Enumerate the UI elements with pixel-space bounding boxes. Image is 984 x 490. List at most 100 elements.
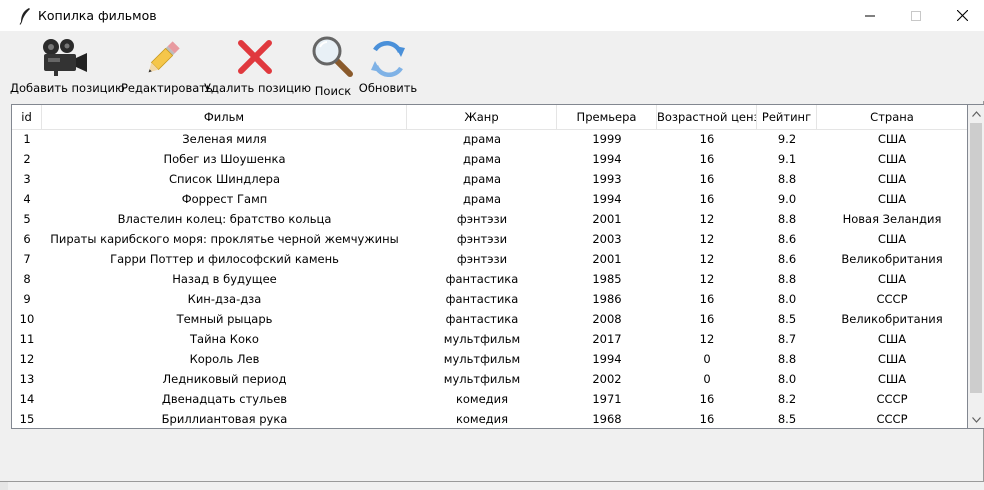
cell-premiere: 1994 [592, 352, 622, 366]
refresh-arrows-icon [371, 41, 405, 77]
cell-premiere: 1993 [592, 172, 622, 186]
cell-rating: 9.1 [777, 152, 797, 166]
cell-premiere: 1999 [592, 132, 622, 146]
cell-film: Назад в будущее [172, 272, 277, 286]
cell-genre: мультфильм [443, 372, 521, 386]
table-row[interactable]: 5 Властелин колец: братство кольца фэнтэзи… [12, 209, 967, 229]
table-row[interactable]: 8 Назад в будущее фантастика 1985 12 8.8 США [12, 269, 967, 289]
movies-table[interactable]: id Фильм Жанр Премьера Возрастной ценз Р… [11, 104, 968, 429]
chevron-up-icon [971, 110, 981, 117]
table-row[interactable]: 9 Кин-дза-дза фантастика 1986 16 8.0 СССР [12, 289, 967, 309]
edit-label: Редактировать [121, 81, 213, 95]
scroll-down-button[interactable] [968, 411, 984, 428]
cell-film: Список Шиндлера [169, 172, 280, 186]
column-header-id[interactable]: id [12, 105, 42, 129]
table-row[interactable]: 12 Король Лев мультфильм 1994 0 8.8 США [12, 349, 967, 369]
table-row[interactable]: 10 Темный рыцарь фантастика 2008 16 8.5 Велико… [12, 309, 967, 329]
cell-id: 1 [23, 132, 31, 146]
search-label: Поиск [314, 84, 352, 98]
cell-age-rating: 12 [699, 272, 715, 286]
cell-rating: 8.5 [777, 312, 797, 326]
delete-position-label: Удалить позицию [204, 81, 312, 95]
cell-id: 13 [19, 372, 35, 386]
minimize-button[interactable] [847, 0, 893, 31]
edit-button[interactable]: Редактировать [121, 31, 213, 101]
cell-rating: 9.2 [777, 132, 797, 146]
column-header-genre[interactable]: Жанр [407, 105, 557, 129]
delete-position-button[interactable]: Удалить позицию [204, 31, 312, 101]
cell-age-rating: 16 [699, 412, 715, 426]
cell-premiere: 2017 [592, 332, 622, 346]
cell-film: Побег из Шоушенка [163, 152, 286, 166]
close-icon [956, 10, 968, 21]
cell-id: 6 [23, 232, 31, 246]
chevron-down-icon [971, 416, 981, 423]
cell-age-rating: 16 [699, 312, 715, 326]
column-header-rating[interactable]: Рейтинг [757, 105, 817, 129]
cell-genre: драма [462, 132, 502, 146]
cell-genre: фантастика [445, 312, 519, 326]
cell-country: США [877, 232, 907, 246]
cell-genre: фантастика [445, 272, 519, 286]
cell-country: СССР [876, 392, 908, 406]
cell-age-rating: 12 [699, 332, 715, 346]
cell-age-rating: 12 [699, 212, 715, 226]
cell-rating: 8.7 [777, 332, 797, 346]
feather-icon [19, 8, 30, 25]
cell-age-rating: 12 [699, 252, 715, 266]
table-row[interactable]: 4 Форрест Гамп драма 1994 16 9.0 США [12, 189, 967, 209]
add-position-button[interactable]: Добавить позицию [10, 31, 125, 101]
cell-film: Пираты карибского моря: проклятье черной… [50, 232, 399, 246]
cell-genre: драма [462, 152, 502, 166]
cell-rating: 8.5 [777, 412, 797, 426]
scroll-up-button[interactable] [968, 105, 984, 122]
cell-id: 14 [19, 392, 35, 406]
table-row[interactable]: 11 Тайна Коко мультфильм 2017 12 8.7 США [12, 329, 967, 349]
cell-film: Двенадцать стульев [161, 392, 288, 406]
cell-rating: 8.6 [777, 232, 797, 246]
maximize-button[interactable] [893, 0, 939, 31]
cell-country: СССР [876, 412, 908, 426]
cell-id: 11 [19, 332, 35, 346]
table-row[interactable]: 6 Пираты карибского моря: проклятье черно… [12, 229, 967, 249]
cell-country: США [877, 132, 907, 146]
cell-rating: 8.6 [777, 252, 797, 266]
cell-genre: мультфильм [443, 332, 521, 346]
minimize-icon [865, 15, 875, 16]
maximize-icon [911, 10, 921, 21]
cell-country: Великобритания [841, 312, 943, 326]
cell-premiere: 2003 [592, 232, 622, 246]
table-row[interactable]: 2 Побег из Шоушенка драма 1994 16 9.1 США [12, 149, 967, 169]
table-row[interactable]: 15 Бриллиантовая рука комедия 1968 16 8.5 СССР [12, 409, 967, 428]
window-title: Копилка фильмов [38, 8, 157, 23]
cell-age-rating: 0 [703, 372, 711, 386]
cell-genre: драма [462, 192, 502, 206]
scrollbar-thumb[interactable] [970, 123, 982, 393]
table-row[interactable]: 1 Зеленая миля драма 1999 16 9.2 США [12, 129, 967, 149]
add-position-label: Добавить позицию [10, 81, 125, 95]
refresh-button[interactable]: Обновить [358, 31, 418, 101]
cell-genre: комедия [455, 392, 509, 406]
cell-age-rating: 16 [699, 292, 715, 306]
close-button[interactable] [939, 0, 984, 31]
table-row[interactable]: 14 Двенадцать стульев комедия 1971 16 8.2 СССР [12, 389, 967, 409]
table-row[interactable]: 3 Список Шиндлера драма 1993 16 8.8 США [12, 169, 967, 189]
search-button[interactable]: Поиск [308, 31, 358, 101]
column-header-premiere[interactable]: Премьера [557, 105, 657, 129]
magnifier-icon [312, 36, 353, 77]
cell-premiere: 2008 [592, 312, 622, 326]
table-row[interactable]: 13 Ледниковый период мультфильм 2002 0 8.0 США [12, 369, 967, 389]
cell-id: 15 [19, 412, 35, 426]
vertical-scrollbar[interactable] [968, 104, 984, 429]
cell-country: США [877, 332, 907, 346]
cell-rating: 8.8 [777, 212, 797, 226]
table-row[interactable]: 7 Гарри Поттер и философский камень фэнтэз… [12, 249, 967, 269]
title-bar: Копилка фильмов [0, 0, 984, 32]
cell-genre: фэнтэзи [456, 252, 508, 266]
column-header-film[interactable]: Фильм [42, 105, 407, 129]
cell-rating: 8.8 [777, 172, 797, 186]
column-header-country[interactable]: Страна [817, 105, 967, 129]
cell-premiere: 1985 [592, 272, 622, 286]
column-header-age-rating[interactable]: Возрастной ценз [657, 105, 757, 129]
cell-country: США [877, 352, 907, 366]
